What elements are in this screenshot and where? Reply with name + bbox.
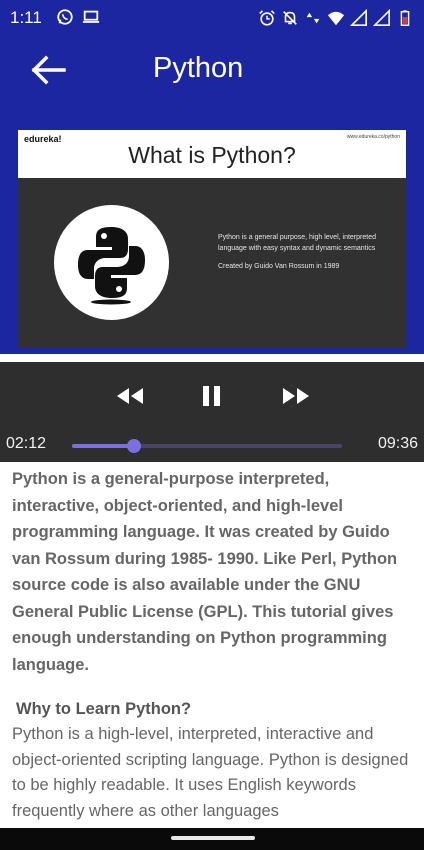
python-logo-icon [78, 227, 145, 305]
section-heading: Why to Learn Python? [16, 700, 192, 718]
navigation-bar [0, 828, 424, 850]
pause-icon[interactable] [200, 384, 224, 408]
python-logo [54, 205, 169, 320]
slide-bullets: Python is a general purpose, high level,… [218, 232, 400, 279]
slide-bullet: Python is a general purpose, high level,… [218, 234, 376, 252]
home-handle[interactable] [171, 836, 255, 840]
intro-paragraph: Python is a general-purpose interpreted,… [12, 470, 398, 674]
divider [0, 354, 424, 362]
slide-title: What is Python? [128, 142, 296, 168]
body-paragraph: Python is a high-level, interpreted, int… [12, 725, 409, 820]
wifi-icon [327, 11, 345, 26]
signal-icon [373, 9, 391, 27]
current-time: 02:12 [6, 435, 47, 452]
mute-icon [283, 11, 297, 25]
player-controls: 02:12 09:36 [0, 362, 424, 462]
status-bar: 1:11 [0, 0, 424, 36]
page-title: Python [153, 52, 244, 84]
seek-thumb[interactable] [127, 439, 142, 453]
rewind-icon[interactable] [115, 384, 145, 408]
slide-bullet: Created by Guido Van Rossum in 1989 [218, 263, 340, 270]
laptop-icon [82, 10, 100, 23]
back-arrow-icon[interactable] [28, 54, 68, 86]
status-time: 1:11 [10, 8, 42, 27]
slide-header: edureka! www.edureka.co/python What is P… [18, 130, 406, 178]
total-time: 09:36 [377, 435, 418, 452]
app-bar: Python [0, 36, 424, 126]
whatsapp-icon [57, 9, 73, 25]
alarm-icon [259, 10, 275, 26]
signal-icon [350, 9, 368, 27]
article-content: Python is a general-purpose interpreted,… [12, 466, 412, 824]
video-player[interactable]: edureka! www.edureka.co/python What is P… [18, 130, 406, 348]
fast-forward-icon[interactable] [281, 384, 311, 408]
battery-icon [400, 10, 410, 26]
seek-bar[interactable] [72, 439, 342, 453]
data-icon [306, 12, 320, 24]
seek-progress [72, 444, 135, 448]
slide-url: www.edureka.co/python [346, 134, 400, 140]
